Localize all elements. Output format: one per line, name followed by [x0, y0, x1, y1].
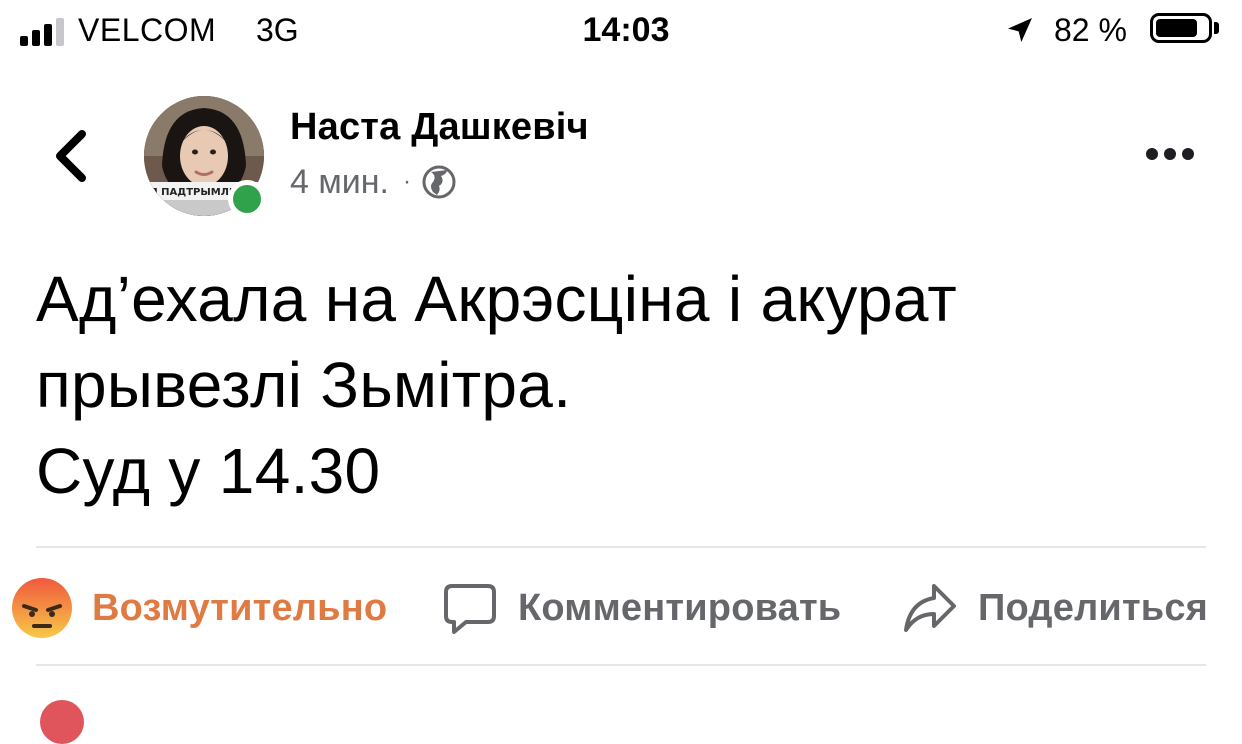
- online-status-dot: [228, 180, 266, 218]
- next-item-avatar: [40, 700, 84, 744]
- comment-icon: [444, 584, 496, 634]
- reaction-label: Возмутительно: [92, 586, 388, 629]
- back-chevron-icon[interactable]: [44, 120, 100, 192]
- post-text: Ад’ехала на Акрэсціна і акурат прывезлі …: [36, 263, 957, 507]
- share-label: Поделиться: [978, 586, 1209, 629]
- divider-bottom: [36, 664, 1206, 666]
- battery-icon: [1150, 13, 1212, 43]
- status-bar: VELCOM 3G 14:03 82 %: [0, 0, 1242, 64]
- battery-cap: [1214, 22, 1219, 34]
- post-timestamp[interactable]: 4 мин.: [290, 163, 389, 202]
- divider-top: [36, 546, 1206, 548]
- comment-button[interactable]: Комментировать: [442, 572, 841, 644]
- battery-percent: 82 %: [1054, 12, 1127, 48]
- comment-label: Комментировать: [518, 586, 842, 629]
- globe-icon: [422, 165, 456, 199]
- battery-level: [1156, 19, 1197, 37]
- share-button[interactable]: Поделиться: [902, 572, 1208, 644]
- reaction-button[interactable]: Возмутительно: [10, 572, 387, 644]
- author-name[interactable]: Наста Дашкевіч: [290, 106, 589, 149]
- more-dots-icon[interactable]: [1140, 132, 1200, 176]
- location-arrow-icon: [1008, 18, 1032, 42]
- avatar-banner: Я ПАДТРЫМЛІВ: [150, 187, 240, 198]
- meta-separator: ·: [402, 168, 411, 195]
- share-icon: [904, 584, 956, 632]
- angry-face-icon: [12, 578, 72, 638]
- post-meta: 4 мин. ·: [290, 160, 457, 204]
